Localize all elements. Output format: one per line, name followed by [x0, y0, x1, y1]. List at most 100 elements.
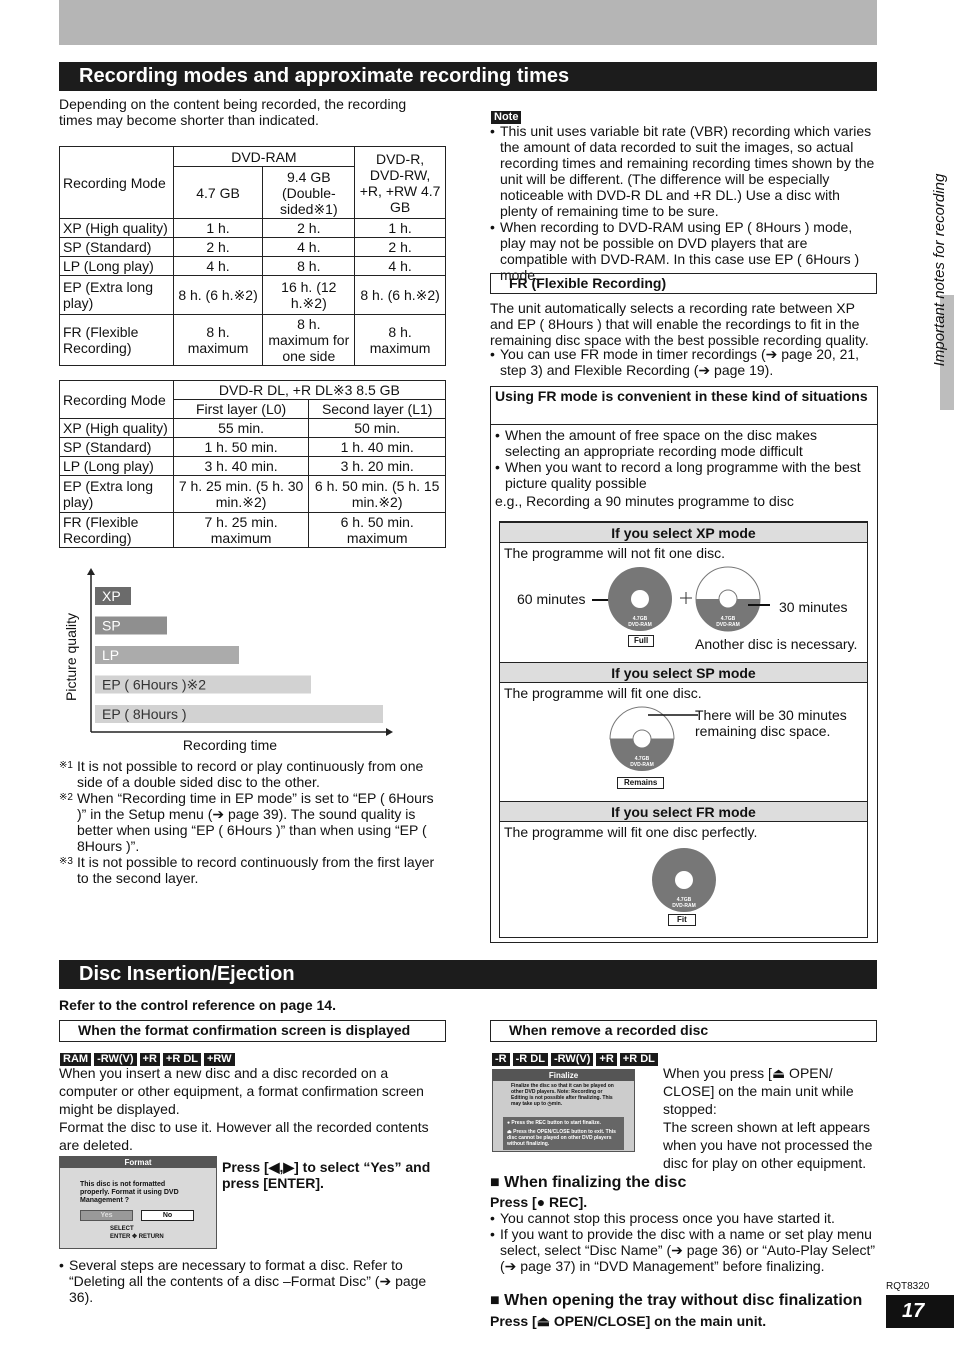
remove-text-p1: When you press [⏏ OPEN/ CLOSE] on the ma… — [663, 1065, 854, 1117]
footnote-text: It is not possible to record continuousl… — [77, 854, 435, 886]
bar-label: SP — [102, 618, 121, 634]
footnote: ※1 It is not possible to record or play c… — [59, 758, 444, 790]
disc-type-badge: -R — [492, 1053, 510, 1066]
format-screen-image: Format This disc is not formatted proper… — [59, 1156, 217, 1249]
x-axis-label: Recording time — [183, 737, 277, 753]
fr-bullet: You can use FR mode in timer recordings … — [490, 346, 878, 378]
note-bullet: This unit uses variable bit rate (VBR) r… — [490, 123, 878, 219]
table-cell: 2 h. — [262, 218, 356, 238]
disc-label: DVD-RAM — [630, 762, 654, 768]
finalizing-bullet: If you want to provide the disc with a n… — [490, 1226, 878, 1274]
table-cell: 7 h. 25 min. (5 h. 30 min.※2) — [172, 475, 310, 513]
fr-text: The programme will fit one disc perfectl… — [504, 824, 758, 840]
table-row: SP (Standard) 1 h. 50 min. 1 h. 40 min. — [59, 437, 446, 457]
open-tray-heading: ■ When opening the tray without disc fin… — [490, 1293, 862, 1309]
footnote-mark: ※1 — [59, 760, 73, 771]
disc-illustration-sp: 4.7GB DVD-RAM — [609, 706, 698, 771]
doc-code: RQT8320 — [886, 1281, 930, 1292]
table-cell: 8 h. maximum for one side — [262, 314, 356, 366]
format-screen-title: Format — [60, 1157, 216, 1168]
finalize-screen-title: Finalize — [493, 1070, 634, 1081]
table-cell: 55 min. — [172, 418, 310, 438]
header-cell: DVD-RAM — [172, 146, 356, 167]
disc-type-badge: +R DL — [619, 1053, 658, 1066]
disc-type-badge: -R DL — [512, 1053, 548, 1066]
return-hint: RETURN — [138, 1234, 164, 1240]
format-text-p1: When you insert a new disc and a disc re… — [59, 1065, 424, 1117]
finalizing-bullets: You cannot stop this process once you ha… — [490, 1210, 878, 1274]
disc-label: DVD-RAM — [716, 622, 740, 628]
table-row: XP (High quality) 55 min. 50 min. — [59, 418, 446, 438]
no-button[interactable]: No — [141, 1210, 194, 1221]
open-instruction-text: Press the OPEN/CLOSE button to exit. Thi… — [507, 1129, 616, 1147]
table-row: LP (Long play) 4 h. 8 h. 4 h. — [59, 256, 446, 276]
format-instruction: Press [◀,▶] to select “Yes” and press [E… — [222, 1159, 431, 1191]
disc-label: DVD-RAM — [672, 903, 696, 909]
situations-list: When the amount of free space on the dis… — [491, 425, 877, 493]
fr-mode-title: If you select FR mode — [500, 801, 867, 822]
header-band — [59, 0, 877, 45]
table-cell: 8 h. maximum — [354, 314, 446, 366]
bar-label: XP — [102, 588, 121, 604]
finalizing-press: Press [● REC]. — [490, 1194, 588, 1210]
yes-button[interactable]: Yes — [80, 1210, 133, 1221]
fit-label: Fit — [668, 914, 696, 926]
remove-disc-heading: When remove a recorded disc — [490, 1020, 877, 1042]
table-cell: 7 h. 25 min. maximum — [172, 512, 310, 548]
table-cell: 2 h. — [354, 237, 446, 257]
select-hint: SELECT — [110, 1226, 134, 1232]
page-number: 17 — [886, 1295, 954, 1328]
table-cell: 6 h. 50 min. (5 h. 15 min.※2) — [308, 475, 446, 513]
example-text: e.g., Recording a 90 minutes programme t… — [495, 493, 794, 509]
sp-remaining-note: There will be 30 minutes remaining disc … — [695, 707, 847, 739]
y-axis-label: Picture quality — [63, 613, 79, 701]
table-cell: 3 h. 40 min. — [172, 456, 310, 476]
fr-bullets: You can use FR mode in timer recordings … — [490, 346, 878, 378]
fr-heading: FR (Flexible Recording) — [490, 273, 877, 294]
table-cell: FR (Flexible Recording) — [59, 314, 174, 366]
fr-paragraph: The unit automatically selects a recordi… — [490, 300, 869, 348]
open-instruction: ⏏ Press the OPEN/CLOSE button to exit. T… — [507, 1129, 616, 1147]
table-cell: 1 h. — [354, 218, 446, 238]
header-cell: First layer (L0) — [172, 399, 310, 419]
table-row: XP (High quality) 1 h. 2 h. 1 h. — [59, 218, 446, 238]
disc-type-badges: -R -R DL -RW(V) +R +R DL — [492, 1049, 661, 1066]
footnote-text: It is not possible to record or play con… — [77, 758, 424, 790]
mode-examples: If you select XP mode The programme will… — [499, 521, 868, 938]
note-list: This unit uses variable bit rate (VBR) r… — [490, 123, 878, 283]
table-cell: EP (Extra long play) — [59, 275, 174, 315]
refer-text: Refer to the control reference on page 1… — [59, 997, 336, 1013]
format-screen-message: This disc is not formatted properly. For… — [80, 1181, 179, 1204]
finalizing-heading: ■ When finalizing the disc — [490, 1175, 686, 1191]
table-cell: LP (Long play) — [59, 256, 174, 276]
rec-instruction: ● Press the REC button to start finalize… — [507, 1120, 601, 1126]
table-cell: 8 h. (6 h.※2) — [172, 275, 264, 315]
table-cell: 8 h. (6 h.※2) — [354, 275, 446, 315]
disc-type-badge: -RW(V) — [550, 1053, 594, 1066]
dpad-icon: ✥ — [132, 1234, 138, 1240]
table-row: FR (Flexible Recording) 8 h. maximum 8 h. … — [59, 314, 446, 366]
header-cell: DVD-R, DVD-RW, +R, +RW 4.7 GB — [354, 146, 446, 219]
finalizing-bullet: You cannot stop this process once you ha… — [490, 1210, 878, 1226]
table-cell: XP (High quality) — [59, 218, 174, 238]
label-30-minutes: 30 minutes — [779, 599, 848, 615]
table-cell: XP (High quality) — [59, 418, 174, 438]
open-tray-title: When opening the tray without disc final… — [504, 1292, 863, 1309]
header-cell: Recording Mode — [59, 146, 174, 219]
table-cell: 8 h. maximum — [172, 314, 264, 366]
remove-disc-text: When you press [⏏ OPEN/ CLOSE] on the ma… — [663, 1064, 878, 1172]
footnotes: ※1 It is not possible to record or play c… — [59, 758, 444, 886]
table-cell: 50 min. — [308, 418, 446, 438]
header-cell: DVD-R DL, +R DL※3 8.5 GB — [172, 380, 447, 400]
remains-label: Remains — [617, 777, 665, 789]
open-tray-press: Press [⏏ OPEN/CLOSE] on the main unit. — [490, 1313, 767, 1329]
header-cell: Second layer (L1) — [308, 399, 446, 419]
header-cell: Recording Mode — [59, 380, 174, 419]
table-cell: SP (Standard) — [59, 437, 174, 457]
table-row: SP (Standard) 2 h. 4 h. 2 h. — [59, 237, 446, 257]
finalizing-title: When finalizing the disc — [504, 1174, 687, 1191]
label-60-minutes: 60 minutes — [517, 591, 586, 607]
square-bullet-icon: ■ — [490, 1292, 505, 1309]
table-cell: 1 h. — [172, 218, 264, 238]
table-cell: 4 h. — [354, 256, 446, 276]
